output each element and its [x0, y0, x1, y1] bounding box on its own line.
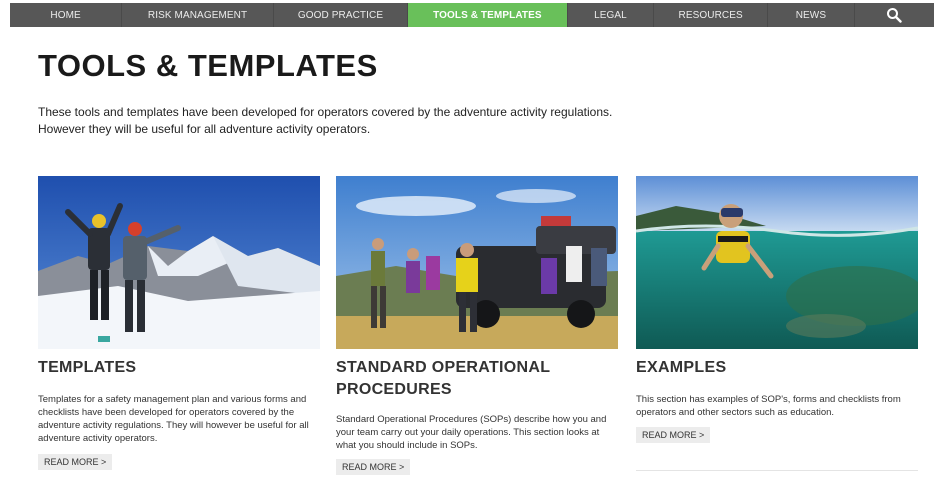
- nav-item-news[interactable]: NEWS: [768, 3, 855, 27]
- page-intro: These tools and templates have been deve…: [38, 105, 613, 136]
- card-title[interactable]: TEMPLATES: [38, 357, 320, 379]
- nav-item-resources[interactable]: RESOURCES: [654, 3, 769, 27]
- read-more-button[interactable]: READ MORE >: [38, 454, 113, 470]
- nav-search-button[interactable]: [855, 3, 934, 27]
- nav-item-tools-templates[interactable]: TOOLS & TEMPLATES: [407, 3, 568, 27]
- card-image-climbers[interactable]: [38, 176, 320, 349]
- card-image-group-vehicle[interactable]: [336, 176, 618, 349]
- card-description: This section has examples of SOP's, form…: [636, 394, 901, 418]
- nav-item-home[interactable]: HOME: [10, 3, 123, 27]
- card-description: Templates for a safety management plan a…: [38, 394, 309, 444]
- card-title[interactable]: STANDARD OPERATIONAL PROCEDURES: [336, 357, 618, 401]
- card-divider: [636, 470, 918, 471]
- read-more-button[interactable]: READ MORE >: [336, 459, 411, 475]
- card-templates: TEMPLATES Templates for a safety managem…: [38, 176, 320, 470]
- page-title: TOOLS & TEMPLATES: [38, 48, 378, 83]
- main-nav: HOME RISK MANAGEMENT GOOD PRACTICE TOOLS…: [10, 3, 934, 27]
- search-icon: [887, 8, 902, 23]
- card-title[interactable]: EXAMPLES: [636, 357, 918, 379]
- read-more-button[interactable]: READ MORE >: [636, 427, 711, 443]
- card-description: Standard Operational Procedures (SOPs) d…: [336, 414, 607, 451]
- nav-item-legal[interactable]: LEGAL: [568, 3, 655, 27]
- card-examples: EXAMPLES This section has examples of SO…: [636, 176, 918, 443]
- card-image-snorkeler[interactable]: [636, 176, 918, 349]
- nav-item-risk-management[interactable]: RISK MANAGEMENT: [122, 3, 274, 27]
- nav-item-good-practice[interactable]: GOOD PRACTICE: [274, 3, 408, 27]
- card-standard-operational-procedures: STANDARD OPERATIONAL PROCEDURES Standard…: [336, 176, 618, 475]
